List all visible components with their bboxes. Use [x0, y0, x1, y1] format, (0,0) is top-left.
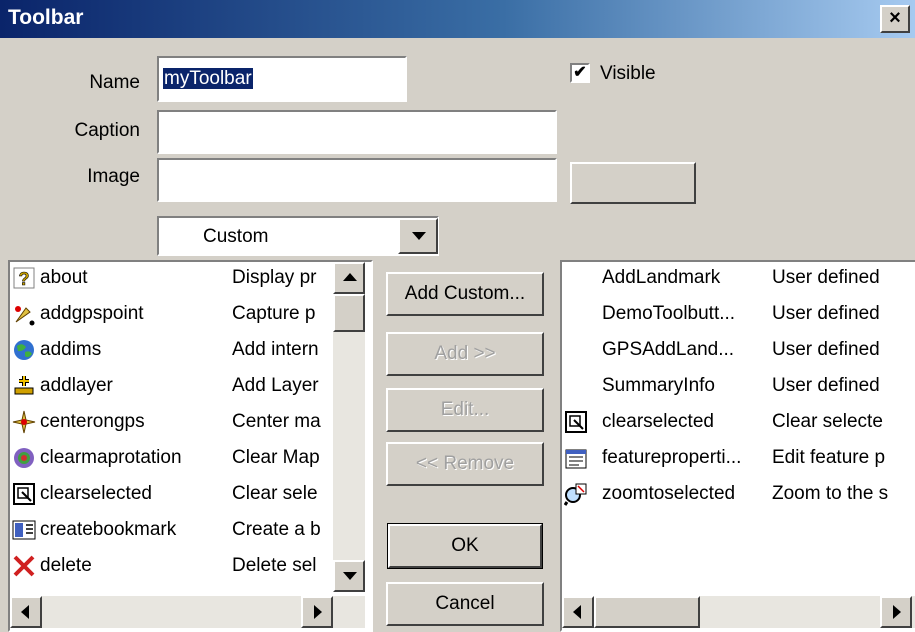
edit-button[interactable]: Edit... — [386, 388, 544, 432]
scroll-right-button[interactable] — [301, 596, 333, 628]
toolbar-command-row[interactable]: GPSAddLand... User defined — [562, 334, 915, 368]
add-custom-button[interactable]: Add Custom... — [386, 272, 544, 316]
toolbar-command-row[interactable]: SummaryInfo User defined — [562, 370, 915, 404]
toolbar-command-row[interactable]: AddLandmark User defined — [562, 262, 915, 296]
toolbar-command-row[interactable]: DemoToolbutt... User defined — [562, 298, 915, 332]
window-title: Toolbar — [8, 6, 84, 29]
available-command-row[interactable]: clearselected Clear sele — [10, 478, 371, 512]
command-description: Capture p — [232, 303, 316, 324]
command-name: createbookmark — [40, 519, 177, 540]
command-description: User defined — [772, 303, 880, 324]
visible-checkbox[interactable]: ✔ — [570, 63, 590, 83]
remove-button[interactable]: << Remove — [386, 442, 544, 486]
available-command-row[interactable]: addgpspoint Capture p — [10, 298, 371, 332]
available-command-row[interactable]: ? about Display pr — [10, 262, 371, 296]
cancel-button[interactable]: Cancel — [386, 582, 544, 626]
help-question-icon: ? — [12, 266, 36, 290]
clear-selection-icon — [12, 482, 36, 506]
map-rotation-icon — [12, 446, 36, 470]
scroll-right-button[interactable] — [880, 596, 912, 628]
command-description: Zoom to the s — [772, 483, 889, 504]
scroll-down-button[interactable] — [333, 560, 365, 592]
toolbar-command-row[interactable]: zoomtoselected Zoom to the s — [562, 478, 915, 512]
image-label: Image — [87, 166, 140, 187]
available-command-row[interactable]: createbookmark Create a b — [10, 514, 371, 548]
command-description: Add Layer — [232, 375, 319, 396]
available-command-row[interactable]: centerongps Center ma — [10, 406, 371, 440]
command-description: Edit feature p — [772, 447, 886, 468]
command-description: Display pr — [232, 267, 317, 288]
name-label: Name — [89, 72, 140, 93]
svg-text:?: ? — [19, 269, 30, 289]
command-description: Center ma — [232, 411, 321, 432]
gps-point-icon — [12, 302, 36, 326]
scroll-left-button[interactable] — [562, 596, 594, 628]
command-name: centerongps — [40, 411, 145, 432]
command-description: Clear selecte — [772, 411, 883, 432]
toolbar-command-row[interactable]: clearselected Clear selecte — [562, 406, 915, 440]
caption-label: Caption — [74, 120, 141, 141]
name-field[interactable]: myToolbar — [157, 56, 407, 102]
category-dropdown[interactable]: Custom — [157, 216, 439, 256]
zoom-selected-icon — [563, 482, 588, 506]
command-name: featureproperti... — [602, 447, 742, 468]
command-name: zoomtoselected — [602, 483, 736, 504]
available-vertical-scrollbar[interactable] — [333, 262, 365, 592]
command-name: DemoToolbutt... — [602, 303, 736, 324]
available-commands-list[interactable]: ? about Display pr addgpspoint Capture p addi… — [8, 260, 373, 632]
command-description: User defined — [772, 339, 880, 360]
command-name: addgpspoint — [40, 303, 144, 324]
command-description: Clear Map — [232, 447, 320, 468]
title-bar: Toolbar × — [0, 0, 915, 38]
command-name: SummaryInfo — [602, 375, 715, 396]
scroll-left-button[interactable] — [10, 596, 42, 628]
command-description: User defined — [772, 267, 880, 288]
caption-field[interactable] — [157, 110, 557, 154]
scroll-thumb[interactable] — [594, 596, 700, 628]
command-description: Clear sele — [232, 483, 318, 504]
command-description: Create a b — [232, 519, 321, 540]
bookmark-icon — [12, 518, 36, 542]
command-name: GPSAddLand... — [602, 339, 735, 360]
scroll-up-button[interactable] — [333, 262, 365, 294]
category-value: Custom — [203, 226, 269, 247]
center-gps-icon — [12, 410, 36, 434]
command-description: Delete sel — [232, 555, 317, 576]
command-name: clearmaprotation — [40, 447, 182, 468]
available-command-row[interactable]: addlayer Add Layer — [10, 370, 371, 404]
checkmark-icon: ✔ — [573, 64, 587, 81]
available-command-row[interactable]: delete Delete sel — [10, 550, 371, 584]
command-name: clearselected — [40, 483, 152, 504]
toolbar-command-row[interactable]: featureproperti... Edit feature p — [562, 442, 915, 476]
available-horizontal-scrollbar[interactable] — [10, 596, 365, 628]
command-name: delete — [40, 555, 92, 576]
category-dropdown-button[interactable] — [398, 218, 438, 254]
visible-label: Visible — [600, 63, 656, 84]
close-icon: × — [889, 7, 901, 29]
name-value: myToolbar — [163, 68, 253, 89]
command-name: addims — [40, 339, 102, 360]
image-field[interactable] — [157, 158, 557, 202]
toolbar-commands-list[interactable]: AddLandmark User defined DemoToolbutt... Us… — [560, 260, 915, 632]
add-layer-icon — [12, 374, 36, 398]
clear-selection-icon — [564, 410, 588, 434]
ok-button[interactable]: OK — [387, 523, 543, 569]
command-name: clearselected — [602, 411, 714, 432]
scroll-thumb[interactable] — [333, 294, 365, 332]
available-command-row[interactable]: clearmaprotation Clear Map — [10, 442, 371, 476]
browse-button[interactable] — [570, 162, 696, 204]
available-command-row[interactable]: addims Add intern — [10, 334, 371, 368]
add-button[interactable]: Add >> — [386, 332, 544, 376]
command-name: addlayer — [40, 375, 113, 396]
feature-properties-icon — [564, 446, 588, 470]
command-description: User defined — [772, 375, 880, 396]
command-description: Add intern — [232, 339, 319, 360]
command-name: AddLandmark — [602, 267, 721, 288]
delete-x-icon — [12, 554, 36, 578]
globe-icon — [12, 338, 36, 362]
command-name: about — [40, 267, 88, 288]
close-button[interactable]: × — [880, 5, 910, 33]
toolbar-horizontal-scrollbar[interactable] — [562, 596, 915, 628]
